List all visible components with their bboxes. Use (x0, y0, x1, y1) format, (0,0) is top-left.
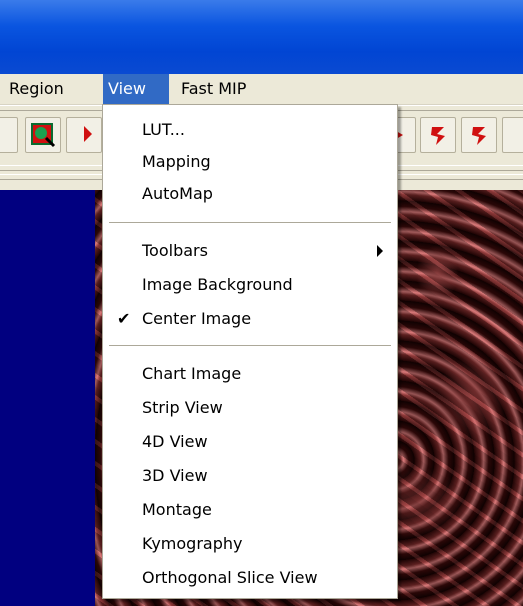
menu-item-center-image[interactable]: ✔ Center Image (103, 303, 397, 335)
menu-item-label: Strip View (142, 398, 223, 417)
red-shape-button-2[interactable] (461, 117, 497, 153)
red-arrow-icon (84, 126, 92, 142)
red-shape-icon (472, 127, 486, 145)
menu-item-label: Montage (142, 500, 212, 519)
menu-item-label: Chart Image (142, 364, 242, 383)
menu-item-label: Center Image (142, 309, 252, 328)
toolbar-button-overflow[interactable] (502, 117, 523, 153)
menu-region[interactable]: Region (4, 74, 69, 104)
menu-item-label: Kymography (142, 534, 243, 553)
menu-bar: Region View Fast MIP (0, 74, 523, 105)
menu-item-chart-image[interactable]: Chart Image (103, 358, 397, 390)
menu-item-image-background[interactable]: Image Background (103, 269, 397, 301)
menu-item-kymography[interactable]: Kymography (103, 528, 397, 560)
menu-separator (109, 345, 391, 347)
roi-zoom-button[interactable] (25, 117, 61, 153)
menu-item-label: Toolbars (142, 241, 208, 260)
menu-view[interactable]: View (103, 74, 169, 104)
red-shape-button[interactable] (420, 117, 456, 153)
menu-item-mapping[interactable]: Mapping (103, 146, 397, 178)
menu-item-label: Image Background (142, 275, 293, 294)
workspace-background (0, 190, 95, 606)
menu-item-orthogonal-slice-view[interactable]: Orthogonal Slice View (103, 562, 397, 594)
menu-item-automap[interactable]: AutoMap (103, 178, 397, 210)
menu-item-label: AutoMap (142, 184, 213, 203)
menu-item-lut[interactable]: LUT... (103, 114, 397, 146)
menu-item-label: Mapping (142, 152, 211, 171)
menu-item-toolbars[interactable]: Toolbars (103, 235, 397, 267)
menu-item-label: 4D View (142, 432, 208, 451)
toolbar-button[interactable] (0, 117, 18, 153)
view-menu-dropdown: LUT... Mapping AutoMap Toolbars Image Ba… (102, 104, 398, 599)
menu-item-label: 3D View (142, 466, 208, 485)
red-arrow-button[interactable] (66, 117, 102, 153)
menu-item-label: Orthogonal Slice View (142, 568, 318, 587)
menu-item-label: LUT... (142, 120, 185, 139)
menu-item-montage[interactable]: Montage (103, 494, 397, 526)
window-titlebar[interactable] (0, 0, 523, 74)
submenu-arrow-icon (377, 245, 383, 257)
checkmark-icon: ✔ (117, 309, 131, 328)
menu-item-4d-view[interactable]: 4D View (103, 426, 397, 458)
menu-item-strip-view[interactable]: Strip View (103, 392, 397, 424)
red-shape-icon (431, 127, 445, 145)
roi-zoom-icon (31, 123, 56, 148)
menu-fast-mip[interactable]: Fast MIP (176, 74, 251, 104)
menu-item-3d-view[interactable]: 3D View (103, 460, 397, 492)
menu-separator (109, 222, 391, 224)
